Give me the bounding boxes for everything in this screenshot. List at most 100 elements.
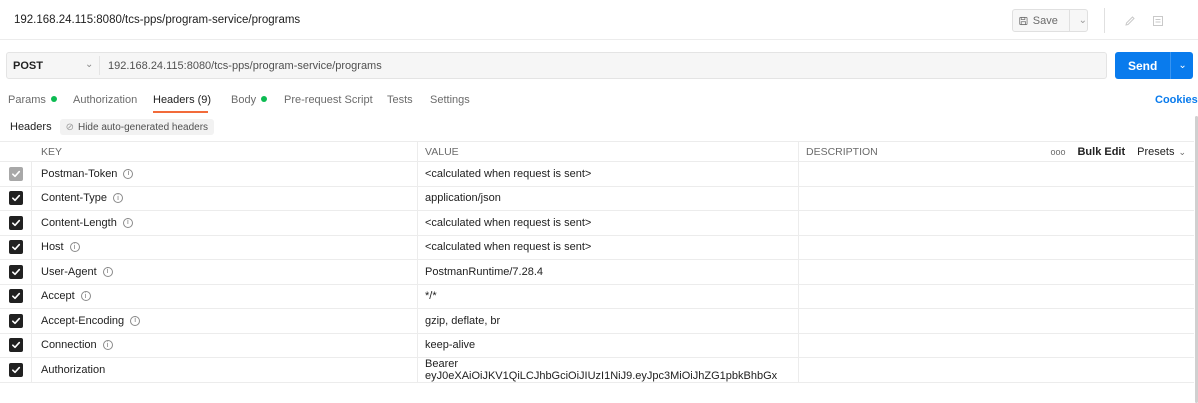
presets-dropdown[interactable]: Presets ⌄ <box>1137 146 1186 158</box>
header-key: Content-Type <box>41 192 108 205</box>
header-key-cell[interactable]: Accept-Encoding i <box>32 309 418 333</box>
header-value-cell[interactable]: Bearer eyJ0eXAiOiJKV1QiLCJhbGciOiJIUzI1N… <box>418 358 799 382</box>
row-checkbox[interactable] <box>8 289 23 304</box>
header-value: PostmanRuntime/7.28.4 <box>425 265 544 278</box>
header-value: application/json <box>425 192 501 205</box>
checkmark-icon <box>11 218 21 228</box>
info-icon[interactable]: i <box>102 266 113 277</box>
header-value-cell[interactable]: <calculated when request is sent> <box>418 162 799 186</box>
header-value-cell[interactable]: */* <box>418 284 799 308</box>
header-value-cell[interactable]: keep-alive <box>418 333 799 357</box>
header-key-cell[interactable]: Content-Type i <box>32 186 418 210</box>
header-check-cell <box>0 142 32 161</box>
header-description-cell[interactable] <box>799 162 1194 186</box>
header-value: */* <box>425 290 437 303</box>
row-checkbox[interactable] <box>8 191 23 206</box>
cookies-link[interactable]: Cookies <box>1155 94 1198 106</box>
headers-label: Headers <box>10 121 52 133</box>
info-icon[interactable]: i <box>80 291 91 302</box>
table-row[interactable]: Connection i keep-alive <box>0 333 1194 358</box>
header-description-cell[interactable] <box>799 211 1194 235</box>
hide-auto-headers-button[interactable]: ⊘ Hide auto-generated headers <box>59 119 215 135</box>
table-row[interactable]: Authorization Bearer eyJ0eXAiOiJKV1QiLCJh… <box>0 358 1194 383</box>
eye-off-icon: ⊘ <box>65 121 74 133</box>
bulk-edit-button[interactable]: Bulk Edit <box>1077 146 1125 158</box>
row-checkbox-cell <box>0 358 32 382</box>
header-description-cell[interactable] <box>799 236 1194 260</box>
info-icon[interactable]: i <box>122 217 133 228</box>
header-description-cell[interactable] <box>799 260 1194 284</box>
chevron-down-icon[interactable]: ⌄ <box>1178 60 1186 71</box>
tab-body-label: Body <box>231 94 257 106</box>
send-button[interactable]: Send ⌄ <box>1115 52 1193 79</box>
checkmark-icon <box>11 242 21 252</box>
tab-params[interactable]: Params <box>8 94 57 106</box>
header-description-cell[interactable] <box>799 334 1194 358</box>
row-checkbox[interactable] <box>8 215 23 230</box>
header-key-cell[interactable]: Postman-Token i <box>32 162 418 186</box>
url-input[interactable]: 192.168.24.115:8080/tcs-pps/program-serv… <box>108 60 382 72</box>
header-key-cell[interactable]: Content-Length i <box>32 211 418 235</box>
header-description-cell[interactable] <box>799 309 1194 333</box>
tab-settings[interactable]: Settings <box>430 94 470 106</box>
checkmark-icon <box>11 365 21 375</box>
row-checkbox[interactable] <box>8 313 23 328</box>
checkmark-icon <box>11 193 21 203</box>
header-value: Bearer eyJ0eXAiOiJKV1QiLCJhbGciOiJIUzI1N… <box>425 357 778 382</box>
info-icon[interactable]: i <box>102 340 113 351</box>
table-row[interactable]: Content-Length i <calculated when request … <box>0 211 1194 236</box>
tab-tests[interactable]: Tests <box>387 94 413 106</box>
header-value-cell[interactable]: PostmanRuntime/7.28.4 <box>418 260 799 284</box>
tab-pre-request-script[interactable]: Pre-request Script <box>284 94 373 106</box>
header-value: gzip, deflate, br <box>425 314 501 327</box>
send-divider <box>1170 52 1172 79</box>
header-key-cell[interactable]: Connection i <box>32 333 418 357</box>
info-icon[interactable]: i <box>130 315 141 326</box>
row-checkbox[interactable] <box>8 362 23 377</box>
checkmark-icon <box>11 340 21 350</box>
tab-body[interactable]: Body <box>231 94 268 106</box>
edit-button[interactable] <box>1118 9 1142 32</box>
header-description-cell[interactable] <box>799 358 1194 382</box>
table-row[interactable]: Content-Type i application/json <box>0 186 1194 211</box>
header-key: Connection <box>41 339 97 352</box>
chevron-down-icon[interactable]: ⌄ <box>1079 15 1087 26</box>
header-value-cell[interactable]: application/json <box>418 186 799 210</box>
row-checkbox-cell <box>0 186 32 210</box>
header-key-cell[interactable]: Host i <box>32 235 418 259</box>
header-key: Host <box>41 241 64 254</box>
documentation-button[interactable] <box>1146 9 1170 32</box>
header-key: Postman-Token <box>41 167 118 180</box>
info-icon[interactable]: i <box>69 242 80 253</box>
table-row[interactable]: Accept-Encoding i gzip, deflate, br <box>0 309 1194 334</box>
header-key-cell[interactable]: Accept i <box>32 284 418 308</box>
header-key: Accept-Encoding <box>41 314 125 327</box>
row-checkbox[interactable] <box>8 338 23 353</box>
save-button[interactable]: Save ⌄ <box>1012 9 1088 32</box>
header-description-cell[interactable] <box>799 187 1194 211</box>
table-row[interactable]: Postman-Token i <calculated when request i… <box>0 162 1194 187</box>
tab-headers[interactable]: Headers (9) <box>153 94 211 106</box>
header-value-cell[interactable]: gzip, deflate, br <box>418 309 799 333</box>
info-icon[interactable]: i <box>113 193 124 204</box>
more-options-icon[interactable]: ooo <box>1050 147 1065 157</box>
request-title[interactable]: 192.168.24.115:8080/tcs-pps/program-serv… <box>14 14 300 26</box>
chevron-down-icon[interactable]: ⌄ <box>85 59 93 70</box>
table-row[interactable]: Accept i */* <box>0 284 1194 309</box>
method-select[interactable]: POST <box>13 60 43 72</box>
header-value-cell[interactable]: <calculated when request is sent> <box>418 211 799 235</box>
header-key-cell[interactable]: Authorization <box>32 358 418 382</box>
header-key: Content-Length <box>41 216 117 229</box>
table-header-row: KEY VALUE DESCRIPTION ooo Bulk Edit Pres… <box>0 141 1194 162</box>
tab-authorization[interactable]: Authorization <box>73 94 137 106</box>
info-icon[interactable]: i <box>123 168 134 179</box>
header-key: Authorization <box>41 363 106 376</box>
row-checkbox[interactable] <box>8 240 23 255</box>
row-checkbox[interactable] <box>8 264 23 279</box>
row-checkbox-cell <box>0 309 32 333</box>
header-description-cell[interactable] <box>799 285 1194 309</box>
header-key-cell[interactable]: User-Agent i <box>32 260 418 284</box>
header-value-cell[interactable]: <calculated when request is sent> <box>418 235 799 259</box>
table-row[interactable]: Host i <calculated when request is sent> <box>0 235 1194 260</box>
table-row[interactable]: User-Agent i PostmanRuntime/7.28.4 <box>0 260 1194 285</box>
